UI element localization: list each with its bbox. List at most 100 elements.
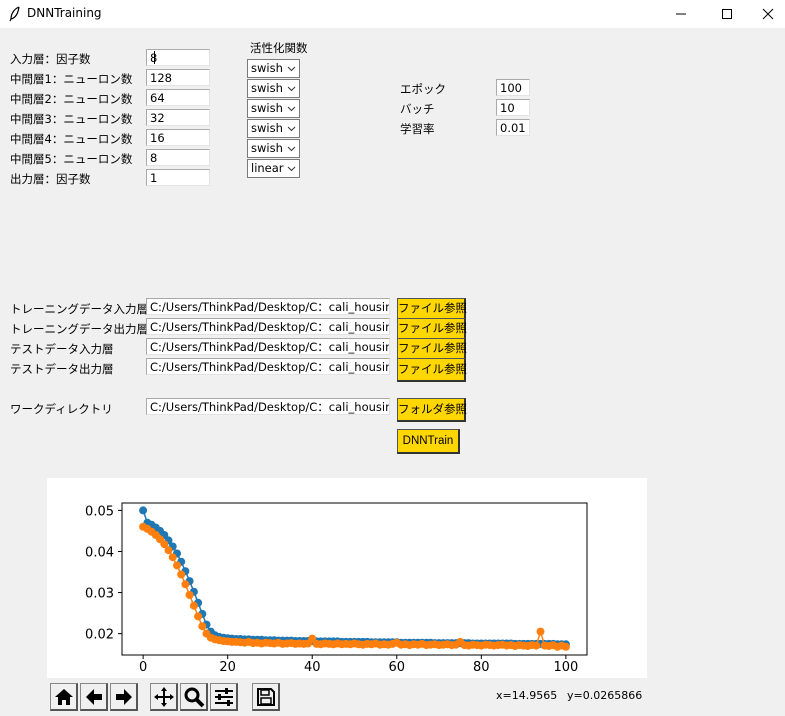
layer-entry-hidden2[interactable]: 64 [146, 89, 210, 106]
series-2-point [536, 627, 545, 636]
layer-label-hidden3: 中間層3：ニューロン数 [10, 112, 133, 126]
pan-button[interactable] [150, 683, 178, 711]
forward-arrow-icon [115, 688, 132, 705]
train-output-label: トレーニングデータ出力層 [10, 322, 148, 336]
series-2-point [164, 546, 173, 555]
dnn-train-button[interactable]: DNNTrain [397, 429, 460, 454]
activation-header: 活性化関数 [250, 41, 308, 55]
activation-select-4[interactable]: swish [247, 119, 300, 138]
series-2-point [532, 641, 541, 650]
window-title: DNNTraining [27, 6, 102, 20]
cursor-y-readout: y=0.0265866 [567, 689, 643, 702]
series-2-point [173, 561, 181, 570]
close-icon [762, 8, 773, 20]
home-button[interactable] [50, 683, 78, 711]
train-input-label: トレーニングデータ入力層 [10, 302, 148, 316]
series-2-line [142, 526, 567, 648]
back-button[interactable] [80, 683, 108, 711]
minimize-icon [676, 13, 686, 15]
layer-entry-hidden5[interactable]: 8 [146, 149, 210, 166]
activation-value: swish [251, 141, 283, 155]
maximize-icon [722, 9, 732, 19]
layer-label-input: 入力層：因子数 [10, 52, 91, 66]
activation-select-1[interactable]: swish [247, 59, 300, 78]
workdir-path[interactable]: C:/Users/ThinkPad/Desktop/C：cali_housing [146, 398, 390, 415]
layer-label-output: 出力層：因子数 [10, 172, 91, 186]
chevron-down-icon [287, 86, 296, 92]
activation-select-2[interactable]: swish [247, 79, 300, 98]
layer-label-hidden2: 中間層2：ニューロン数 [10, 92, 133, 106]
batch-entry[interactable]: 10 [496, 99, 530, 116]
series-2-point [194, 612, 203, 621]
close-button[interactable] [750, 0, 785, 28]
chevron-down-icon [287, 146, 296, 152]
layer-entry-hidden3[interactable]: 32 [146, 109, 210, 126]
series-2-point [181, 580, 190, 589]
layer-entry-hidden1[interactable]: 128 [146, 69, 210, 86]
back-arrow-icon [85, 688, 102, 705]
home-icon [54, 688, 73, 705]
feather-icon [9, 6, 20, 22]
save-icon [256, 687, 275, 706]
chevron-down-icon [287, 126, 296, 132]
forward-button[interactable] [110, 683, 138, 711]
activation-select-6[interactable]: linear [247, 159, 300, 178]
configure-subplots-button[interactable] [210, 683, 238, 711]
x-tick-label: 40 [304, 660, 321, 675]
test-output-path[interactable]: C:/Users/ThinkPad/Desktop/C：cali_housing… [146, 358, 390, 375]
learning-rate-label: 学習率 [400, 122, 435, 136]
test-input-path[interactable]: C:/Users/ThinkPad/Desktop/C：cali_housing… [146, 338, 390, 355]
workdir-browse-button[interactable]: フォルダ参照 [397, 398, 467, 422]
maximize-button[interactable] [704, 0, 750, 28]
loss-chart: 0 20 40 60 80 100 0.02 0.03 0.04 0.05 [85, 502, 588, 675]
x-tick-label: 80 [473, 660, 490, 675]
train-input-browse-button[interactable]: ファイル参照 [397, 298, 467, 320]
layer-entry-input[interactable]: 8 [146, 49, 210, 66]
series-2-point [177, 570, 186, 579]
activation-value: swish [251, 121, 283, 135]
train-output-path[interactable]: C:/Users/ThinkPad/Desktop/C：cali_housing… [146, 318, 390, 335]
zoom-icon [184, 687, 204, 707]
pan-icon [153, 686, 174, 707]
test-input-browse-button[interactable]: ファイル参照 [397, 338, 467, 360]
x-tick-label: 0 [139, 660, 147, 675]
loss-plot-canvas[interactable]: 0 20 40 60 80 100 0.02 0.03 0.04 0.05 [47, 478, 647, 678]
y-tick-label: 0.04 [85, 545, 114, 560]
series-2-point [561, 642, 570, 651]
x-tick-label: 60 [388, 660, 405, 675]
activation-value: linear [251, 161, 284, 175]
epoch-entry[interactable]: 100 [496, 79, 530, 96]
layer-label-hidden1: 中間層1：ニューロン数 [10, 72, 133, 86]
series-1-point [139, 506, 148, 515]
workdir-label: ワークディレクトリ [10, 402, 113, 416]
series-2-point [185, 591, 194, 599]
layer-entry-hidden4[interactable]: 16 [146, 129, 210, 146]
layer-label-hidden5: 中間層5：ニューロン数 [10, 152, 133, 166]
activation-select-5[interactable]: swish [247, 139, 300, 158]
save-button[interactable] [252, 683, 280, 711]
chevron-down-icon [287, 106, 296, 112]
zoom-button[interactable] [180, 683, 208, 711]
text-cursor [154, 51, 155, 64]
y-tick-label: 0.05 [85, 504, 114, 519]
layer-label-hidden4: 中間層4：ニューロン数 [10, 132, 133, 146]
cursor-x-readout: x=14.9565 [496, 689, 558, 702]
layer-entry-output[interactable]: 1 [146, 169, 210, 186]
activation-value: swish [251, 81, 283, 95]
test-input-label: テストデータ入力層 [10, 342, 114, 356]
train-output-browse-button[interactable]: ファイル参照 [397, 318, 467, 340]
series-2-point [168, 553, 177, 562]
y-tick-label: 0.02 [85, 628, 114, 643]
title-bar: DNNTraining [0, 0, 785, 28]
test-output-browse-button[interactable]: ファイル参照 [397, 358, 467, 382]
train-input-path[interactable]: C:/Users/ThinkPad/Desktop/C：cali_housing… [146, 298, 390, 315]
minimize-button[interactable] [658, 0, 704, 28]
learning-rate-entry[interactable]: 0.01 [496, 119, 530, 136]
chevron-down-icon [287, 166, 296, 172]
epoch-label: エポック [400, 82, 446, 96]
test-output-label: テストデータ出力層 [10, 362, 114, 376]
activation-select-3[interactable]: swish [247, 99, 300, 118]
x-tick-label: 100 [553, 660, 578, 675]
y-tick-label: 0.03 [85, 587, 114, 602]
chevron-down-icon [287, 66, 296, 72]
